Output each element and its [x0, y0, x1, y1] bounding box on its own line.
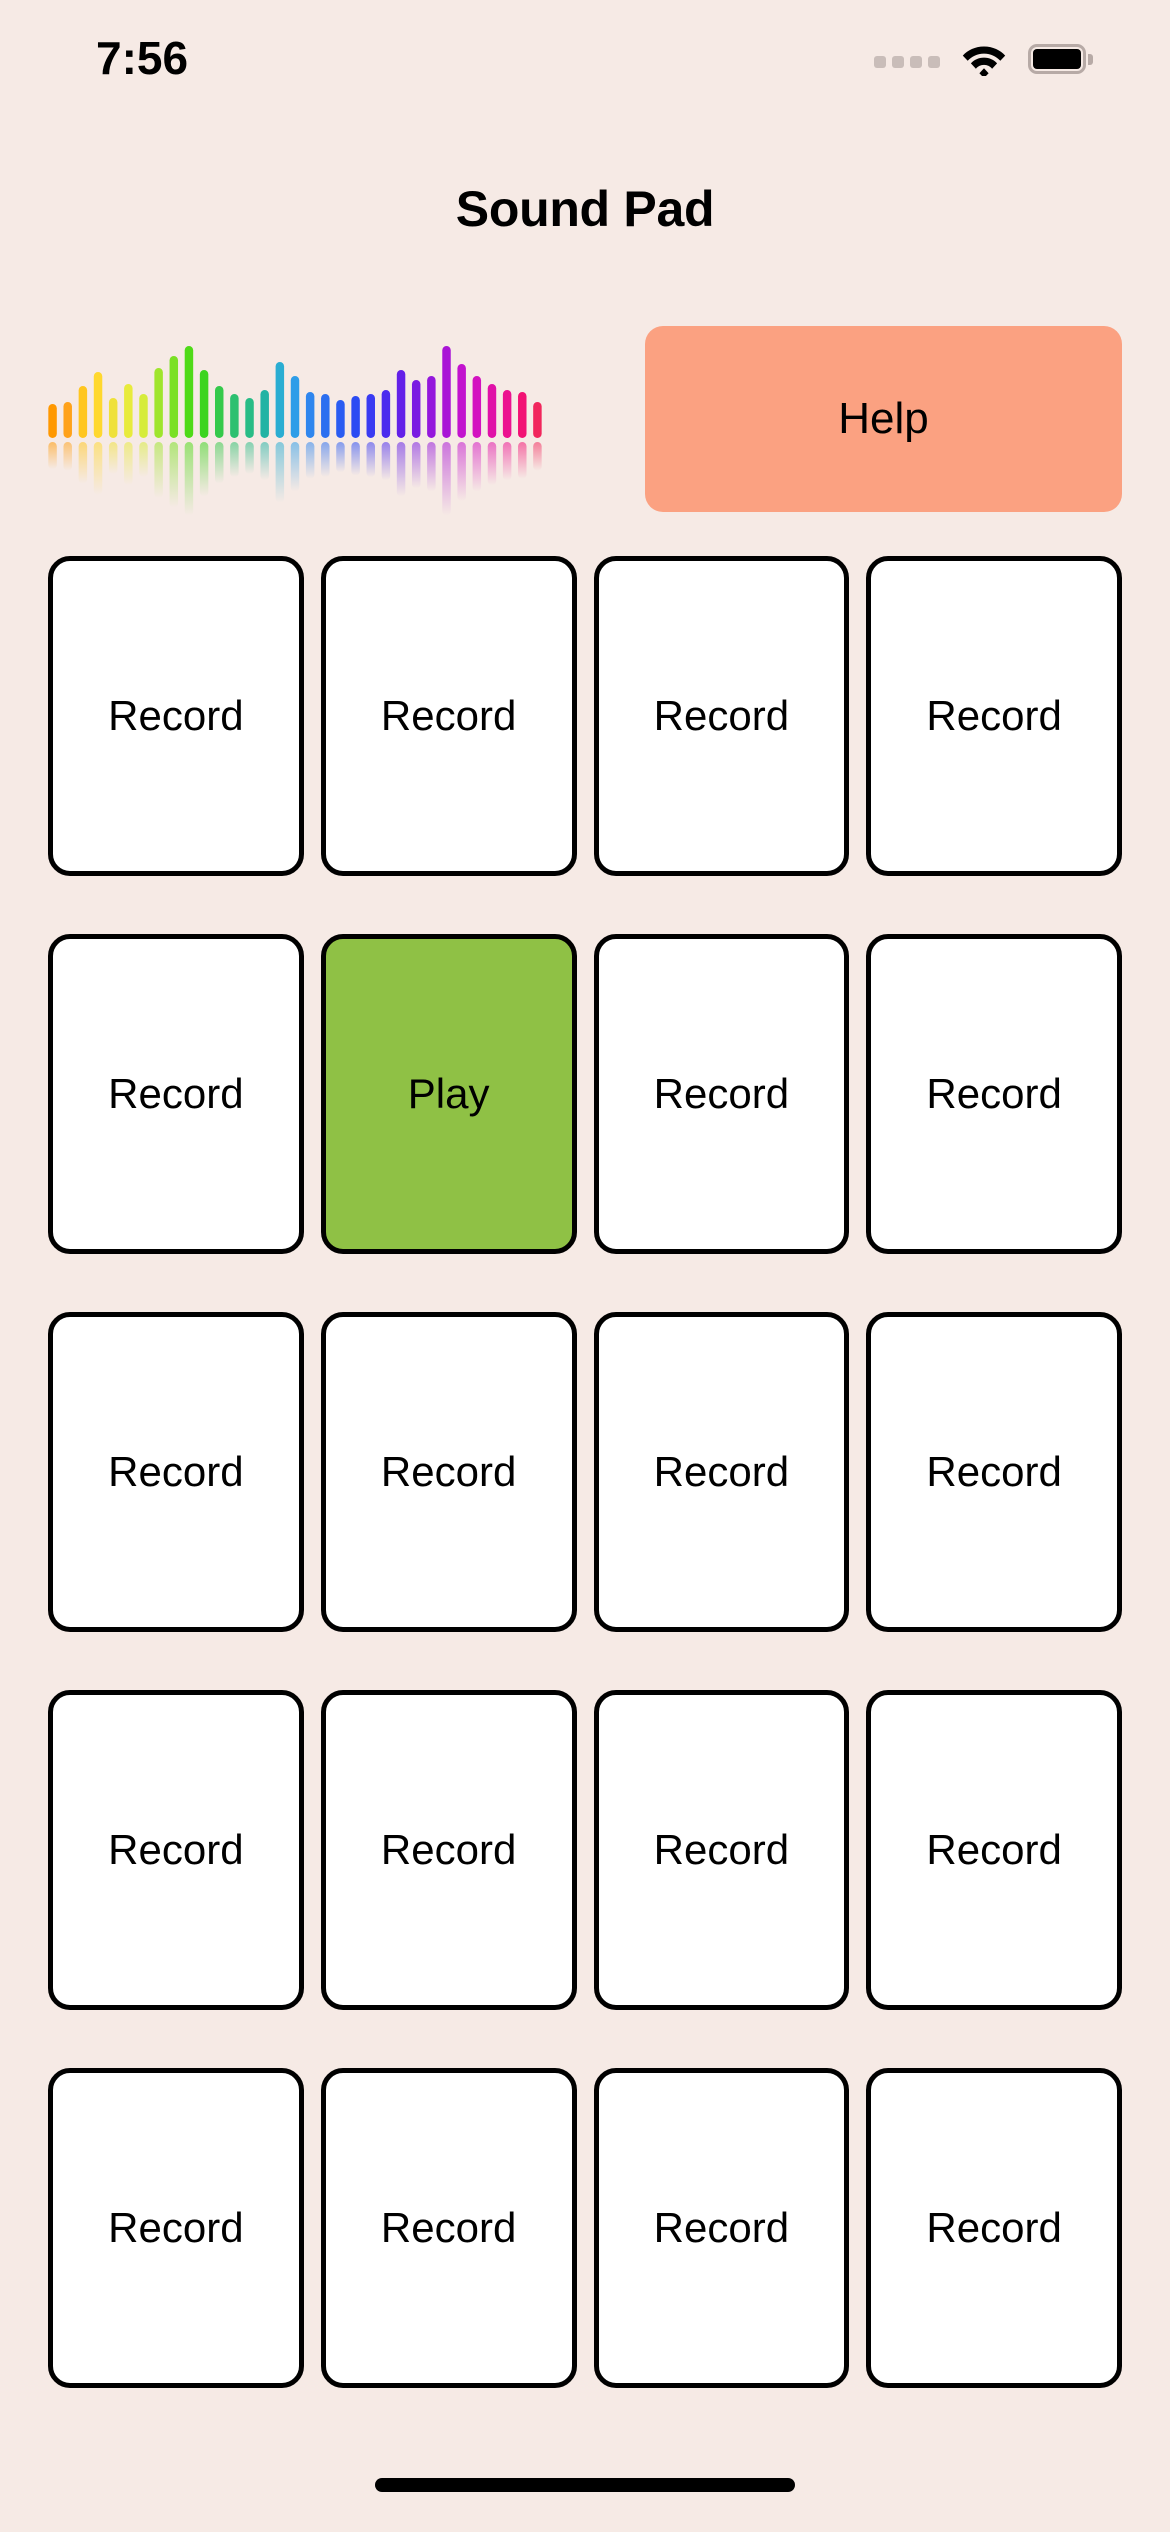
pad-button-2-2[interactable]: Play [320, 934, 577, 1254]
page-title: Sound Pad [455, 181, 715, 237]
pad-button-1-2[interactable]: Record [320, 556, 577, 876]
sound-pad-grid: Record Record Record Record Record Play Record… [48, 556, 1122, 2388]
visualizer-and-help-row: Help [48, 326, 1122, 522]
pad-button-3-3[interactable]: Record [593, 1312, 850, 1632]
pad-row: Record Record Record Record [48, 1312, 1122, 1632]
pad-button-4-2[interactable]: Record [320, 1690, 577, 2010]
pad-button-5-2[interactable]: Record [320, 2068, 577, 2388]
pad-button-2-1[interactable]: Record [48, 934, 304, 1254]
pad-button-3-1[interactable]: Record [48, 1312, 304, 1632]
status-indicators [874, 42, 1093, 76]
pad-row: Record Play Record Record [48, 934, 1122, 1254]
home-indicator [375, 2478, 795, 2492]
pad-button-4-1[interactable]: Record [48, 1690, 304, 2010]
pad-button-4-3[interactable]: Record [593, 1690, 850, 2010]
pad-button-5-1[interactable]: Record [48, 2068, 304, 2388]
pad-button-5-3[interactable]: Record [593, 2068, 850, 2388]
status-bar: 7:56 [0, 0, 1170, 108]
pad-button-1-1[interactable]: Record [48, 556, 304, 876]
pad-button-1-3[interactable]: Record [593, 556, 850, 876]
battery-icon [1028, 44, 1093, 74]
pad-button-3-4[interactable]: Record [866, 1312, 1122, 1632]
audio-waveform-image [45, 326, 545, 522]
signal-dots-icon [874, 50, 940, 68]
help-button[interactable]: Help [645, 326, 1122, 512]
pad-row: Record Record Record Record [48, 556, 1122, 876]
pad-button-3-2[interactable]: Record [320, 1312, 577, 1632]
pad-button-2-4[interactable]: Record [866, 934, 1122, 1254]
pad-row: Record Record Record Record [48, 2068, 1122, 2388]
pad-button-1-4[interactable]: Record [866, 556, 1122, 876]
pad-button-2-3[interactable]: Record [593, 934, 850, 1254]
pad-button-5-4[interactable]: Record [866, 2068, 1122, 2388]
status-time: 7:56 [96, 32, 189, 84]
pad-row: Record Record Record Record [48, 1690, 1122, 2010]
wifi-icon [962, 42, 1006, 76]
pad-button-4-4[interactable]: Record [866, 1690, 1122, 2010]
